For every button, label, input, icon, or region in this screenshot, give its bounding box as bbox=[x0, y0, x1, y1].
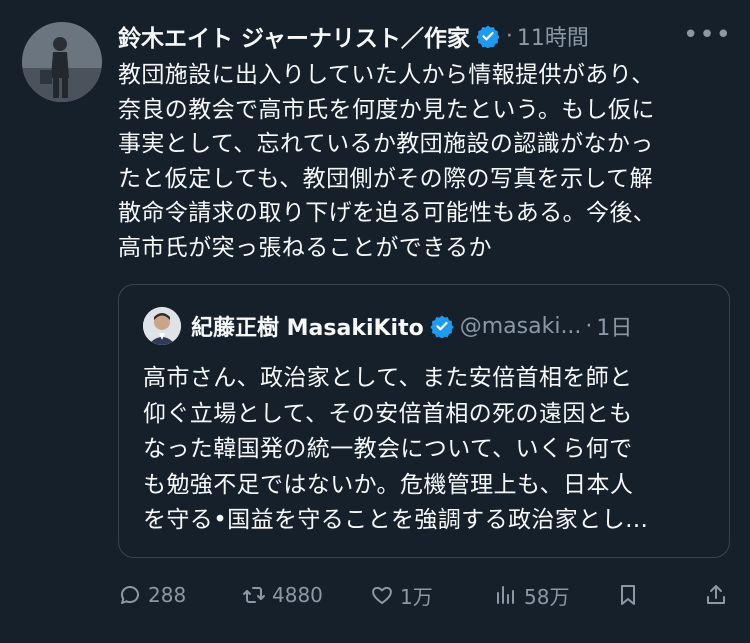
retweet-button[interactable]: 4880 bbox=[242, 575, 323, 615]
quoted-tweet-text: 高市さん、政治家として、また安倍首相を師と 仰ぐ立場として、その安倍首相の死の遠… bbox=[143, 365, 649, 533]
verified-badge-icon bbox=[476, 25, 500, 48]
separator-dot: · bbox=[585, 313, 593, 339]
heart-icon bbox=[372, 586, 392, 604]
tweet-action-bar: 288 4880 1万 58万 bbox=[118, 575, 730, 615]
share-button[interactable] bbox=[704, 575, 728, 615]
separator-dot: · bbox=[505, 23, 513, 49]
author-avatar[interactable] bbox=[22, 22, 102, 102]
bookmark-icon bbox=[621, 585, 635, 605]
share-icon bbox=[707, 585, 725, 604]
reply-icon bbox=[121, 586, 139, 604]
tweet-time[interactable]: 11時間 bbox=[517, 20, 589, 52]
retweet-count: 4880 bbox=[272, 583, 323, 607]
quoted-author-name: 紀藤正樹 MasakiKito bbox=[191, 316, 424, 341]
verified-badge-icon bbox=[430, 315, 454, 338]
quoted-author-avatar bbox=[143, 307, 181, 345]
tweet-text: 教団施設に出入りしていた人から情報提供があり、 奈良の教会で高市氏を何度か見たと… bbox=[118, 62, 657, 261]
views-count: 58万 bbox=[524, 584, 570, 609]
quoted-author-handle: @masaki... bbox=[459, 313, 582, 339]
author-name[interactable]: 鈴木エイト ジャーナリスト／作家 bbox=[118, 19, 470, 53]
reply-count: 288 bbox=[148, 583, 187, 607]
retweet-icon bbox=[243, 587, 265, 603]
quoted-tweet-time: 1日 bbox=[596, 316, 633, 341]
tweet-header: 鈴木エイト ジャーナリスト／作家 · 11時間 ••• bbox=[118, 18, 732, 54]
like-button[interactable]: 1万 bbox=[370, 575, 433, 615]
like-count: 1万 bbox=[400, 584, 433, 609]
bookmark-button[interactable] bbox=[616, 575, 640, 615]
views-button[interactable]: 58万 bbox=[494, 575, 569, 615]
more-horizontal-icon[interactable]: ••• bbox=[683, 20, 732, 50]
reply-button[interactable]: 288 bbox=[118, 575, 186, 615]
quoted-tweet-header: 紀藤正樹 MasakiKito @masaki... · 1日 bbox=[191, 307, 715, 345]
analytics-icon bbox=[497, 586, 514, 604]
quoted-tweet[interactable]: 紀藤正樹 MasakiKito @masaki... · 1日 高市さん、政治家… bbox=[118, 284, 730, 558]
